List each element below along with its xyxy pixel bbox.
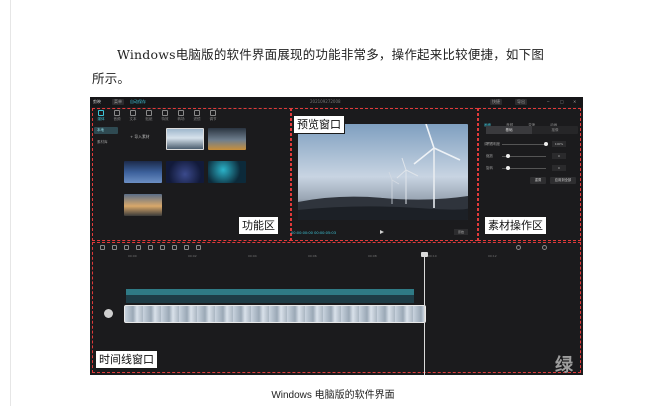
material-area-label: 素材操作区 (484, 216, 547, 235)
apply-all-button[interactable]: 应用到全部 (550, 177, 576, 184)
preview-video (298, 124, 468, 220)
site-watermark: 绿软 (555, 355, 573, 375)
preview-header (295, 97, 475, 107)
undo-icon[interactable] (100, 245, 105, 250)
playhead[interactable] (424, 253, 425, 375)
tab-filter[interactable]: 滤镜 (189, 109, 205, 123)
zoom-out-icon[interactable] (516, 245, 521, 250)
menu-button[interactable]: 菜单 (112, 99, 124, 105)
ruler-label: 00:10 (428, 254, 437, 258)
rotate-value[interactable]: 0 (552, 165, 566, 171)
minimize-icon[interactable]: ─ (547, 99, 549, 105)
media-thumbnail-1[interactable] (166, 128, 204, 150)
ruler-label: 00:06 (308, 254, 317, 258)
media-side-nav: 本地 素材库 (94, 127, 118, 151)
crop-icon[interactable] (196, 245, 201, 250)
scale-row: 缩放 0 (486, 152, 578, 160)
tab-media[interactable]: 媒体 (93, 109, 109, 123)
filter-icon (194, 110, 200, 116)
tab-transition[interactable]: 转场 (173, 109, 189, 123)
aspect-ratio-button[interactable]: 原始 (454, 229, 468, 235)
rotate-slider-knob[interactable] (506, 166, 510, 170)
scale-label: 缩放 (486, 154, 493, 158)
split-icon[interactable] (124, 245, 129, 250)
transition-icon (178, 110, 184, 116)
text-icon (130, 110, 136, 116)
ruler-label: 00:08 (368, 254, 377, 258)
play-icon[interactable] (380, 230, 384, 234)
zoom-in-icon[interactable] (542, 245, 547, 250)
autosave-status: 自动保存 (130, 99, 146, 104)
mirror-icon[interactable] (172, 245, 177, 250)
adjust-icon (210, 110, 216, 116)
tab-sticker[interactable]: 贴纸 (141, 109, 157, 123)
shortcut-button[interactable]: 快捷 (490, 99, 502, 105)
subtab-keying[interactable]: 抠像 (532, 126, 578, 134)
close-icon[interactable]: ✕ (573, 99, 576, 105)
scale-value[interactable]: 0 (552, 153, 566, 159)
import-media-button[interactable]: + 导入素材 (130, 133, 162, 141)
function-area-label: 功能区 (238, 216, 279, 235)
audio-icon (114, 110, 120, 116)
timeline-window-label: 时间线窗口 (95, 350, 158, 369)
side-item-library[interactable]: 素材库 (94, 139, 118, 146)
wind-turbine-scene (298, 124, 468, 220)
reverse-icon[interactable] (160, 245, 165, 250)
opacity-row: 不透明度 100% (486, 140, 578, 148)
video-track-clip[interactable] (124, 305, 426, 323)
subtab-basic[interactable]: 基础 (486, 126, 532, 134)
media-thumbnail-6[interactable] (124, 194, 162, 216)
freeze-icon[interactable] (148, 245, 153, 250)
media-thumbnail-2[interactable] (208, 128, 246, 150)
ruler-label: 00:02 (188, 254, 197, 258)
cover-icon[interactable] (104, 309, 113, 318)
ruler-label: 00:04 (248, 254, 257, 258)
media-thumbnail-4[interactable] (166, 161, 204, 183)
intro-paragraph: Windows电脑版的软件界面展现的功能非常多，操作起来比较便捷，如下图 所示。 (92, 43, 592, 91)
rotate-row: 旋转 0 (486, 164, 578, 172)
opacity-label: 不透明度 (486, 142, 500, 146)
tab-adjust[interactable]: 调节 (205, 109, 221, 123)
material-subtabs: 基础 抠像 (486, 126, 578, 134)
media-thumbnail-5[interactable] (208, 161, 246, 183)
tab-text[interactable]: 文本 (125, 109, 141, 123)
page-margin-rule (10, 0, 11, 406)
delete-icon[interactable] (136, 245, 141, 250)
tab-effects[interactable]: 特效 (157, 109, 173, 123)
preview-window-label: 预览窗口 (293, 115, 345, 134)
software-screenshot: 剪映 菜单 自动保存 202109272008 快捷 导出 ─ □ ✕ 媒体 音… (90, 97, 583, 375)
ruler-label: 00:12 (488, 254, 497, 258)
media-thumbnail-3[interactable] (124, 161, 162, 183)
rotate-label: 旋转 (486, 166, 493, 170)
side-item-local[interactable]: 本地 (94, 127, 118, 134)
function-tabs: 媒体 音频 文本 贴纸 特效 转场 滤镜 调节 (93, 109, 233, 123)
rotate-icon[interactable] (184, 245, 189, 250)
effects-track-clip[interactable] (126, 295, 414, 303)
effects-icon (162, 110, 168, 116)
intro-line-1: Windows电脑版的软件界面展现的功能非常多，操作起来比较便捷，如下图 (117, 47, 545, 62)
opacity-slider[interactable] (502, 144, 546, 145)
sticker-icon (146, 110, 152, 116)
maximize-icon[interactable]: □ (560, 99, 564, 105)
intro-line-2: 所示。 (92, 71, 131, 86)
opacity-slider-knob[interactable] (544, 142, 548, 146)
redo-icon[interactable] (112, 245, 117, 250)
ruler-label: 00:00 (128, 254, 137, 258)
export-button[interactable]: 导出 (515, 99, 527, 105)
reset-button[interactable]: 重置 (530, 177, 546, 184)
figure-caption: Windows 电脑版的软件界面 (271, 390, 395, 401)
app-logo: 剪映 (93, 99, 101, 104)
preview-timecode: 00:00:00:00 00:00:05:03 (291, 231, 336, 235)
tab-audio[interactable]: 音频 (109, 109, 125, 123)
timeline-toolbar (98, 245, 578, 253)
scale-slider-knob[interactable] (506, 154, 510, 158)
media-icon (98, 110, 104, 116)
opacity-value[interactable]: 100% (552, 141, 566, 147)
